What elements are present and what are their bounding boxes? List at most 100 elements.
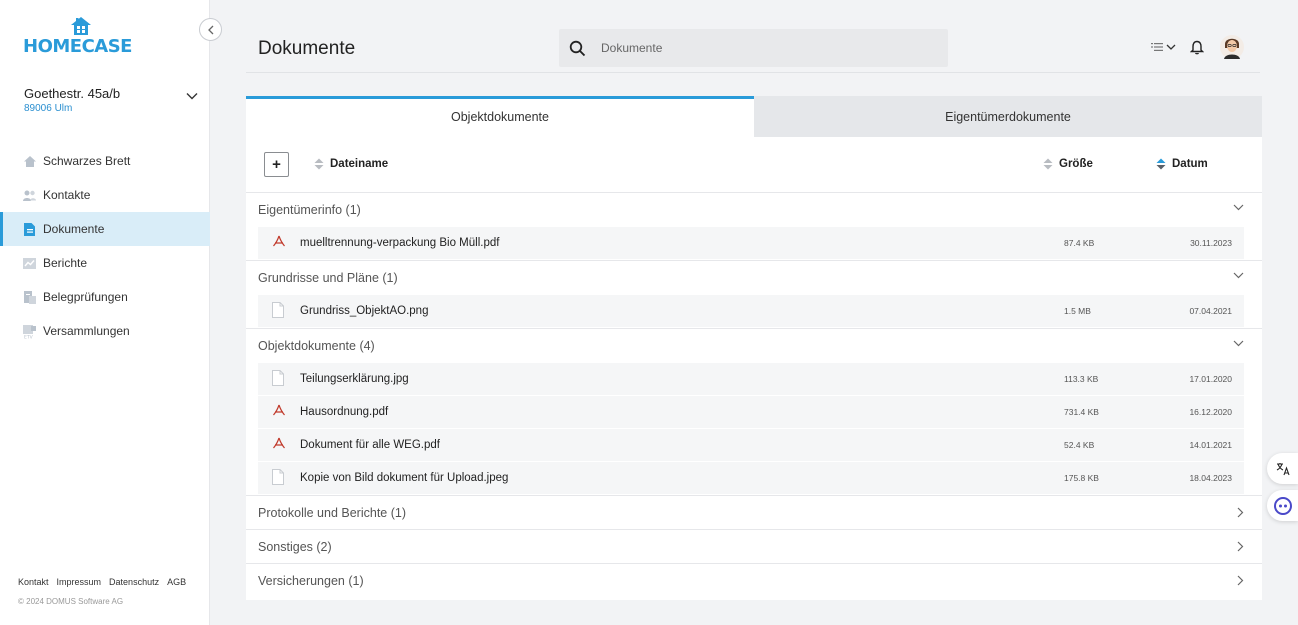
search-input[interactable] bbox=[601, 41, 921, 55]
file-date: 16.12.2020 bbox=[1189, 407, 1232, 417]
chevron-down-icon bbox=[1166, 44, 1176, 50]
nav-item-belegpruefungen[interactable]: Belegprüfungen bbox=[0, 280, 210, 314]
tab-eigentuemerdokumente[interactable]: Eigentümerdokumente bbox=[754, 96, 1262, 137]
file-size: 52.4 KB bbox=[1064, 440, 1095, 450]
avatar[interactable] bbox=[1220, 34, 1244, 60]
chevron-down-icon bbox=[1233, 272, 1244, 279]
group-title: Protokolle und Berichte (1) bbox=[258, 505, 406, 520]
sort-icon bbox=[1043, 158, 1053, 170]
chevron-right-icon bbox=[1237, 541, 1244, 552]
nav-item-berichte[interactable]: Berichte bbox=[0, 246, 210, 280]
group-title: Grundrisse und Pläne (1) bbox=[258, 271, 398, 285]
column-header-size[interactable]: Größe bbox=[1043, 158, 1093, 170]
tab-bar: Objektdokumente Eigentümerdokumente bbox=[246, 96, 1262, 137]
column-label: Größe bbox=[1059, 158, 1093, 170]
file-date: 17.01.2020 bbox=[1189, 374, 1232, 384]
svg-text:ETV: ETV bbox=[24, 334, 34, 339]
group-sonstiges[interactable]: Sonstiges (2) bbox=[246, 530, 1262, 564]
nav-item-schwarzes-brett[interactable]: Schwarzes Brett bbox=[0, 144, 210, 178]
group-header[interactable]: Objektdokumente (4) bbox=[246, 329, 1262, 363]
file-name: Kopie von Bild dokument für Upload.jpeg bbox=[300, 472, 509, 484]
copyright: © 2024 DOMUS Software AG bbox=[18, 597, 124, 606]
chevron-left-icon bbox=[207, 25, 213, 34]
column-header-date[interactable]: Datum bbox=[1156, 158, 1208, 170]
nav-item-dokumente[interactable]: Dokumente bbox=[0, 212, 210, 246]
header-tools bbox=[1151, 32, 1244, 62]
nav-label: Kontakte bbox=[43, 188, 91, 202]
header-separator bbox=[246, 72, 1260, 73]
column-label: Datum bbox=[1172, 158, 1208, 170]
collapse-sidebar-button[interactable] bbox=[199, 18, 222, 41]
footer-link-impressum[interactable]: Impressum bbox=[57, 577, 102, 587]
property-selector[interactable]: Goethestr. 45a/b 89006 Ulm bbox=[24, 86, 200, 114]
search-icon bbox=[569, 40, 586, 57]
contacts-icon bbox=[22, 188, 37, 203]
chevron-right-icon bbox=[1237, 575, 1244, 586]
add-document-button[interactable]: + bbox=[264, 152, 289, 177]
nav-label: Dokumente bbox=[43, 222, 105, 236]
file-date: 14.01.2021 bbox=[1189, 440, 1232, 450]
file-size: 175.8 KB bbox=[1064, 473, 1099, 483]
bell-icon bbox=[1190, 40, 1204, 54]
column-header-name[interactable]: Dateiname bbox=[314, 158, 388, 170]
file-name: Grundriss_ObjektAO.png bbox=[300, 305, 429, 317]
group-header[interactable]: Eigentümerinfo (1) bbox=[246, 193, 1262, 227]
group-title: Objektdokumente (4) bbox=[258, 339, 375, 353]
chevron-down-icon bbox=[1233, 340, 1244, 347]
translate-button[interactable] bbox=[1267, 453, 1298, 484]
group-title: Eigentümerinfo (1) bbox=[258, 203, 361, 217]
file-row[interactable]: Teilungserklärung.jpg 113.3 KB 17.01.202… bbox=[258, 363, 1244, 396]
group-versicherungen[interactable]: Versicherungen (1) bbox=[246, 564, 1262, 598]
group-header[interactable]: Grundrisse und Pläne (1) bbox=[246, 261, 1262, 295]
file-icon bbox=[272, 469, 284, 485]
nav-label: Berichte bbox=[43, 256, 88, 270]
pdf-file-icon bbox=[272, 436, 286, 452]
nav-item-versammlungen[interactable]: ETV Versammlungen bbox=[0, 314, 210, 348]
main-nav: Schwarzes Brett Kontakte Dokumente Beric… bbox=[0, 144, 210, 348]
document-icon bbox=[22, 222, 37, 237]
file-name: Teilungserklärung.jpg bbox=[300, 373, 409, 385]
homecase-logo[interactable]: HOMECASE bbox=[23, 16, 132, 57]
meeting-icon: ETV bbox=[22, 324, 37, 339]
file-size: 731.4 KB bbox=[1064, 407, 1099, 417]
table-header: + Dateiname Größe Datum bbox=[246, 137, 1262, 193]
group-grundrisse: Grundrisse und Pläne (1) Grundriss_Objek… bbox=[246, 261, 1262, 329]
notifications-button[interactable] bbox=[1190, 40, 1204, 55]
file-row[interactable]: Kopie von Bild dokument für Upload.jpeg … bbox=[258, 462, 1244, 495]
group-eigentuemerinfo: Eigentümerinfo (1) muelltrennung-verpack… bbox=[246, 193, 1262, 261]
logo-text: HOMECASE bbox=[23, 36, 132, 57]
file-name: muelltrennung-verpackung Bio Müll.pdf bbox=[300, 237, 500, 249]
nav-label: Schwarzes Brett bbox=[43, 154, 131, 168]
user-avatar-icon bbox=[1220, 35, 1244, 59]
pdf-file-icon bbox=[272, 234, 286, 250]
assistant-button[interactable] bbox=[1267, 490, 1298, 521]
chevron-down-icon bbox=[186, 93, 198, 100]
footer-link-agb[interactable]: AGB bbox=[167, 577, 186, 587]
file-row[interactable]: Hausordnung.pdf 731.4 KB 16.12.2020 bbox=[258, 396, 1244, 429]
group-protokolle[interactable]: Protokolle und Berichte (1) bbox=[246, 496, 1262, 530]
group-title: Versicherungen (1) bbox=[258, 574, 364, 588]
home-icon bbox=[22, 154, 37, 169]
house-logo-icon bbox=[71, 17, 91, 35]
file-row[interactable]: muelltrennung-verpackung Bio Müll.pdf 87… bbox=[258, 227, 1244, 260]
file-row[interactable]: Grundriss_ObjektAO.png 1.5 MB 07.04.2021 bbox=[258, 295, 1244, 328]
nav-label: Versammlungen bbox=[43, 324, 130, 338]
language-icon bbox=[1151, 43, 1163, 51]
nav-item-kontakte[interactable]: Kontakte bbox=[0, 178, 210, 212]
file-date: 30.11.2023 bbox=[1190, 238, 1232, 248]
file-icon bbox=[272, 302, 284, 318]
footer-link-kontakt[interactable]: Kontakt bbox=[18, 577, 49, 587]
tab-objektdokumente[interactable]: Objektdokumente bbox=[246, 96, 754, 137]
pdf-file-icon bbox=[272, 403, 286, 419]
page-title: Dokumente bbox=[258, 38, 356, 59]
chevron-down-icon bbox=[1233, 204, 1244, 211]
nav-label: Belegprüfungen bbox=[43, 290, 128, 304]
file-row[interactable]: Dokument für alle WEG.pdf 52.4 KB 14.01.… bbox=[258, 429, 1244, 462]
documents-card: Objektdokumente Eigentümerdokumente + Da… bbox=[246, 96, 1262, 600]
footer-link-datenschutz[interactable]: Datenschutz bbox=[109, 577, 159, 587]
footer-links: Kontakt Impressum Datenschutz AGB bbox=[18, 577, 186, 587]
sort-active-icon bbox=[1156, 158, 1166, 170]
group-objektdokumente: Objektdokumente (4) Teilungserklärung.jp… bbox=[246, 329, 1262, 496]
language-menu[interactable] bbox=[1151, 42, 1176, 52]
translate-icon bbox=[1276, 462, 1290, 475]
